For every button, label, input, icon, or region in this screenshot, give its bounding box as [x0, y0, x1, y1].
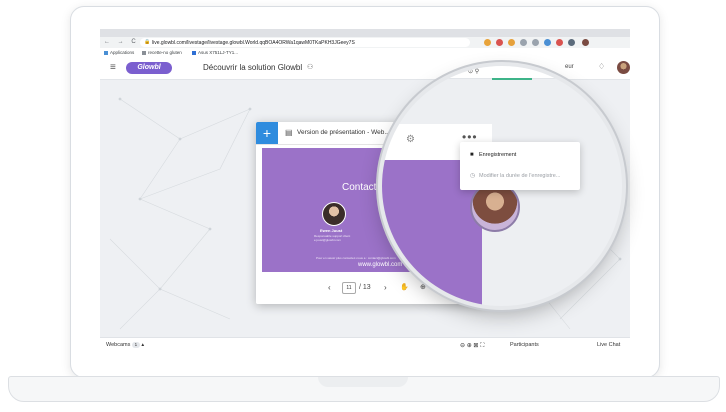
profile-avatar-icon[interactable] — [582, 39, 589, 46]
bottom-bar: Webcams 1 ▴ ⊖ ⊕ ⊠ ⛶ Participants Live Ch… — [100, 337, 630, 351]
options-dropdown-menu: ■ Enregistrement ◷ Modifier la durée de l'… — [460, 142, 580, 190]
document-icon: ▤ — [285, 128, 293, 137]
menu-item-recording-duration[interactable]: ◷ Modifier la durée de l'enregistre... — [470, 172, 560, 179]
bookmark-recette[interactable]: recette-no gluten — [142, 50, 182, 55]
glowbl-logo[interactable]: Glowbl — [126, 62, 172, 74]
video-camera-icon: ■ — [470, 152, 474, 158]
folder-icon — [142, 50, 146, 55]
extension-icon-1[interactable] — [484, 39, 491, 46]
lens-header-icons: ⊙ ⚲ — [468, 69, 480, 75]
clock-icon: ◷ — [470, 173, 476, 179]
page-icon — [192, 50, 196, 55]
hamburger-menu-icon[interactable]: ≡ — [110, 62, 116, 73]
page-number-input[interactable]: 11 — [342, 282, 356, 294]
lens-active-indicator — [492, 78, 532, 80]
extension-icon-6[interactable] — [544, 39, 551, 46]
extension-icon-8[interactable] — [568, 39, 575, 46]
contact-name-1: Ewen Juust — [320, 228, 343, 233]
magnifier-lens: ⊙ ⚲ ⚙ ••• ■ Enregistrement ◷ Modifier la d… — [382, 66, 622, 306]
bookmark-applications[interactable]: Applications — [104, 50, 134, 55]
laptop-notch — [318, 377, 408, 387]
contact-photo-1 — [322, 202, 346, 226]
browser-toolbar: ← → C 🔒 live.glowbl.com/livestage/livest… — [100, 37, 630, 48]
extension-icon-4[interactable] — [520, 39, 527, 46]
address-bar[interactable]: 🔒 live.glowbl.com/livestage/livestage.gl… — [140, 38, 470, 47]
browser-tab-strip — [100, 29, 630, 37]
extension-icon-2[interactable] — [496, 39, 503, 46]
live-chat-tab[interactable]: Live Chat — [597, 342, 620, 348]
browser-nav-buttons[interactable]: ← → C — [104, 39, 139, 45]
page-title: Découvrir la solution Glowbl — [203, 63, 303, 72]
contact-info-1: Responsable support client e.juust@glowbl… — [314, 234, 351, 242]
webcams-count: 1 — [131, 341, 140, 348]
bookmark-asus[interactable]: Asus X751LJ-TY1... — [192, 50, 238, 55]
extension-icon-5[interactable] — [532, 39, 539, 46]
document-title[interactable]: Version de présentation - Web... — [297, 129, 390, 136]
menu-item-recording[interactable]: ■ Enregistrement — [470, 152, 516, 158]
webcams-toggle[interactable]: Webcams 1 ▴ — [106, 341, 144, 348]
apps-icon — [104, 50, 108, 55]
gear-icon[interactable]: ⚙ — [406, 134, 415, 145]
extension-icon-3[interactable] — [508, 39, 515, 46]
add-user-icon[interactable]: ⚇ — [307, 63, 313, 71]
add-button[interactable]: + — [256, 122, 278, 144]
lock-icon: 🔒 — [144, 39, 151, 45]
address-url: live.glowbl.com/livestage/livestage.glow… — [152, 39, 355, 46]
page-total: / 13 — [359, 284, 371, 291]
participants-tab[interactable]: Participants — [510, 342, 539, 348]
extension-icon-7[interactable] — [556, 39, 563, 46]
prev-slide-icon[interactable]: ‹ — [328, 283, 331, 292]
view-controls-icons[interactable]: ⊖ ⊕ ⊠ ⛶ — [460, 342, 484, 350]
